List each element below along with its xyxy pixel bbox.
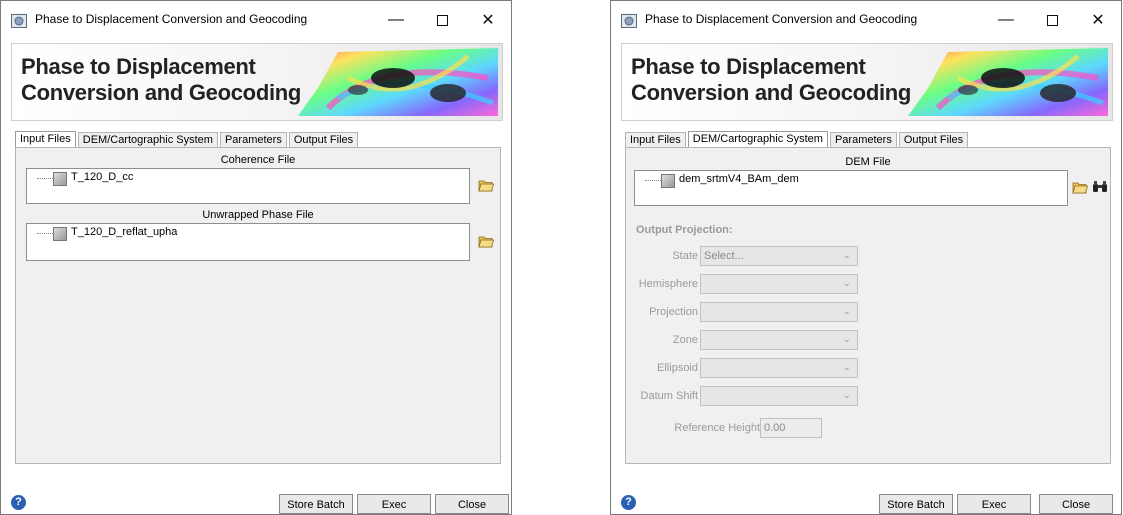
projection-label: Projection bbox=[649, 306, 698, 318]
binoculars-icon[interactable] bbox=[1092, 180, 1108, 194]
tab-dem-cartographic[interactable]: DEM/Cartographic System bbox=[77, 132, 218, 148]
chevron-down-icon: ⌄ bbox=[842, 278, 851, 289]
ellipsoid-select[interactable]: ⌄ bbox=[700, 358, 858, 378]
dem-file-name[interactable]: dem_srtmV4_BAm_dem bbox=[679, 173, 799, 185]
minimize-icon: — bbox=[388, 11, 404, 28]
header-banner: Phase to Displacement Conversion and Geo… bbox=[11, 43, 503, 121]
close-window-button[interactable]: ✕ bbox=[465, 5, 511, 35]
dem-file-box[interactable]: dem_srtmV4_BAm_dem bbox=[634, 170, 1068, 206]
ellipsoid-label: Ellipsoid bbox=[657, 362, 698, 374]
dialog-dem-cartographic: Phase to Displacement Conversion and Geo… bbox=[610, 0, 1122, 515]
state-select[interactable]: Select... ⌄ bbox=[700, 246, 858, 266]
unwrapped-phase-file-box[interactable]: T_120_D_reflat_upha bbox=[26, 223, 470, 261]
tab-bar: Input Files DEM/Cartographic System Para… bbox=[15, 131, 360, 149]
tree-connector bbox=[37, 178, 53, 179]
button-bar: ? Store Batch Exec Close bbox=[1, 489, 511, 515]
tab-panel-dem-cartographic: DEM File dem_srtmV4_BAm_dem Output Proje… bbox=[625, 147, 1111, 464]
chevron-down-icon: ⌄ bbox=[842, 250, 851, 261]
title-bar[interactable]: Phase to Displacement Conversion and Geo… bbox=[1, 1, 511, 39]
minimize-icon: — bbox=[998, 11, 1014, 28]
tab-output-files[interactable]: Output Files bbox=[288, 132, 359, 148]
minimize-button[interactable]: — bbox=[983, 5, 1029, 35]
zone-label: Zone bbox=[672, 334, 698, 346]
coherence-file-label: Coherence File bbox=[220, 154, 296, 166]
maximize-icon bbox=[436, 14, 448, 26]
close-icon: ✕ bbox=[1091, 12, 1105, 29]
datum-shift-select[interactable]: ⌄ bbox=[700, 386, 858, 406]
reference-height-label: Reference Height bbox=[674, 422, 760, 434]
coherence-file-name[interactable]: T_120_D_cc bbox=[71, 171, 133, 183]
minimize-button[interactable]: — bbox=[373, 5, 419, 35]
state-select-value: Select... bbox=[704, 250, 744, 262]
button-bar: ? Store Batch Exec Close bbox=[611, 489, 1121, 515]
chevron-down-icon: ⌄ bbox=[842, 362, 851, 373]
banner-title-line1: Phase to Displacement bbox=[21, 54, 256, 79]
tree-connector bbox=[37, 233, 53, 234]
unwrapped-phase-file-name[interactable]: T_120_D_reflat_upha bbox=[71, 226, 177, 238]
maximize-button[interactable] bbox=[419, 5, 465, 35]
maximize-button[interactable] bbox=[1029, 5, 1075, 35]
state-label: State bbox=[672, 250, 698, 262]
help-icon[interactable]: ? bbox=[11, 495, 26, 510]
tab-output-files[interactable]: Output Files bbox=[898, 132, 969, 148]
title-bar[interactable]: Phase to Displacement Conversion and Geo… bbox=[611, 1, 1121, 39]
hemisphere-select[interactable]: ⌄ bbox=[700, 274, 858, 294]
close-window-button[interactable]: ✕ bbox=[1075, 5, 1121, 35]
tree-connector bbox=[645, 180, 661, 181]
zone-select[interactable]: ⌄ bbox=[700, 330, 858, 350]
folder-open-icon[interactable] bbox=[478, 234, 494, 248]
chevron-down-icon: ⌄ bbox=[842, 334, 851, 345]
exec-button[interactable]: Exec bbox=[957, 494, 1031, 514]
help-icon[interactable]: ? bbox=[621, 495, 636, 510]
close-button[interactable]: Close bbox=[435, 494, 509, 514]
window-title: Phase to Displacement Conversion and Geo… bbox=[35, 12, 308, 26]
store-batch-button[interactable]: Store Batch bbox=[279, 494, 353, 514]
raster-file-icon bbox=[53, 227, 67, 241]
banner-title: Phase to Displacement Conversion and Geo… bbox=[631, 54, 911, 106]
tab-parameters[interactable]: Parameters bbox=[219, 132, 287, 148]
banner-title-line2: Conversion and Geocoding bbox=[631, 80, 912, 105]
tab-panel-input-files: Coherence File T_120_D_cc Unwrapped Phas… bbox=[15, 147, 501, 464]
banner-title: Phase to Displacement Conversion and Geo… bbox=[21, 54, 301, 106]
chevron-down-icon: ⌄ bbox=[842, 306, 851, 317]
reference-height-value: 0.00 bbox=[764, 422, 786, 434]
datum-shift-label: Datum Shift bbox=[640, 390, 698, 402]
raster-file-icon bbox=[53, 172, 67, 186]
interferogram-image bbox=[298, 48, 498, 116]
exec-button[interactable]: Exec bbox=[357, 494, 431, 514]
coherence-file-box[interactable]: T_120_D_cc bbox=[26, 168, 470, 204]
folder-open-icon[interactable] bbox=[1072, 180, 1088, 194]
reference-height-input[interactable]: 0.00 bbox=[760, 418, 822, 438]
banner-title-line1: Phase to Displacement bbox=[631, 54, 866, 79]
store-batch-button[interactable]: Store Batch bbox=[879, 494, 953, 514]
tab-parameters[interactable]: Parameters bbox=[829, 132, 897, 148]
dem-file-label: DEM File bbox=[845, 156, 891, 168]
projection-select[interactable]: ⌄ bbox=[700, 302, 858, 322]
window-app-icon bbox=[621, 14, 637, 28]
interferogram-image bbox=[908, 48, 1108, 116]
close-icon: ✕ bbox=[481, 12, 495, 29]
header-banner: Phase to Displacement Conversion and Geo… bbox=[621, 43, 1113, 121]
folder-open-icon[interactable] bbox=[478, 178, 494, 192]
chevron-down-icon: ⌄ bbox=[842, 390, 851, 401]
output-projection-label: Output Projection: bbox=[636, 224, 733, 236]
banner-title-line2: Conversion and Geocoding bbox=[21, 80, 302, 105]
window-title: Phase to Displacement Conversion and Geo… bbox=[645, 12, 918, 26]
hemisphere-label: Hemisphere bbox=[638, 278, 698, 290]
unwrapped-phase-file-label: Unwrapped Phase File bbox=[202, 209, 314, 221]
close-button[interactable]: Close bbox=[1039, 494, 1113, 514]
raster-file-icon bbox=[661, 174, 675, 188]
tab-input-files[interactable]: Input Files bbox=[625, 132, 686, 148]
maximize-icon bbox=[1046, 14, 1058, 26]
window-app-icon bbox=[11, 14, 27, 28]
tab-bar: Input Files DEM/Cartographic System Para… bbox=[625, 131, 970, 149]
dialog-input-files: Phase to Displacement Conversion and Geo… bbox=[0, 0, 512, 515]
